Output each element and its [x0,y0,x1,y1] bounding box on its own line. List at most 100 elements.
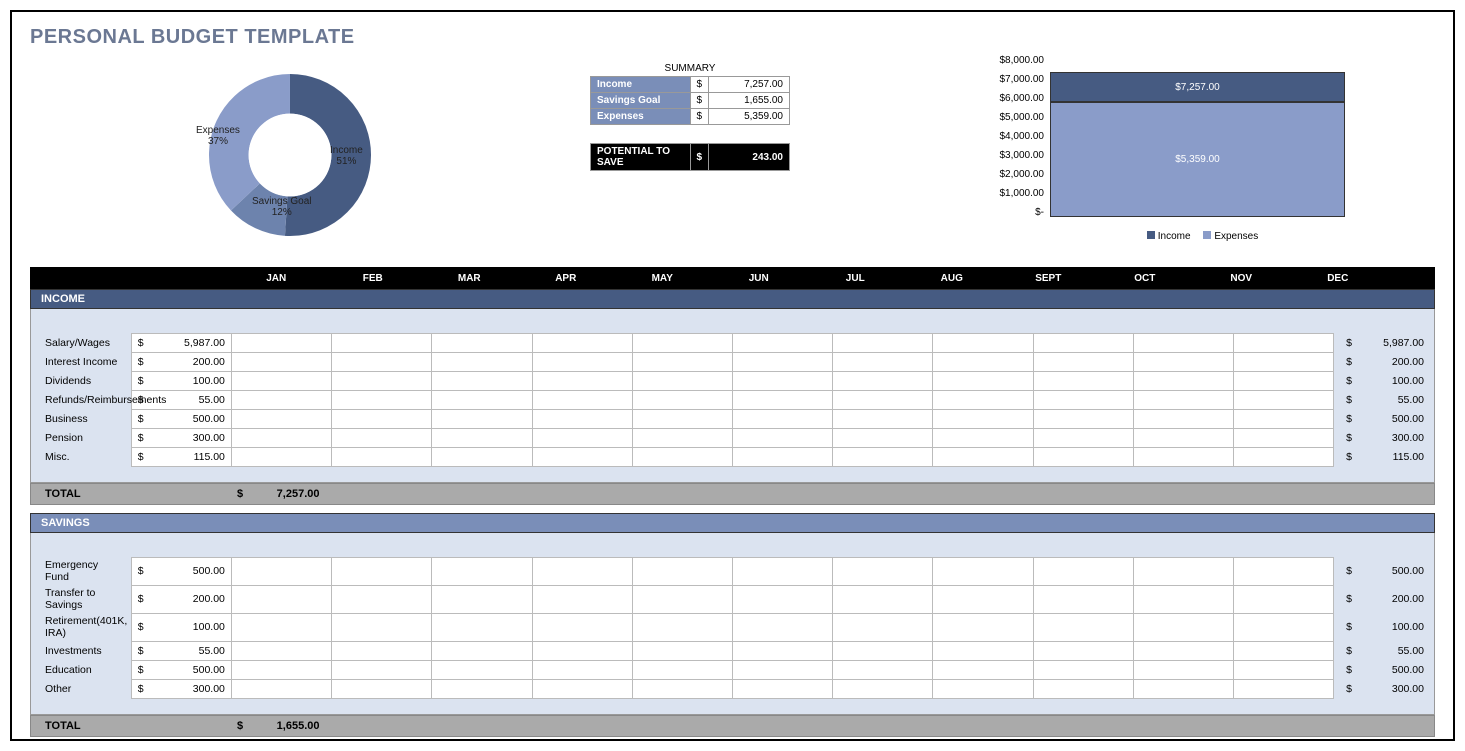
cell-jan[interactable]: $200.00 [131,585,231,613]
cell-empty[interactable] [432,390,532,409]
cell-empty[interactable] [1233,679,1333,698]
cell-jan[interactable]: $115.00 [131,447,231,466]
cell-empty[interactable] [532,557,632,585]
cell-jan[interactable]: $55.00 [131,641,231,660]
cell-empty[interactable] [332,409,432,428]
cell-empty[interactable] [833,409,933,428]
cell-empty[interactable] [1233,390,1333,409]
cell-empty[interactable] [1133,585,1233,613]
cell-empty[interactable] [632,660,732,679]
cell-empty[interactable] [632,390,732,409]
cell-empty[interactable] [1033,660,1133,679]
cell-empty[interactable] [1233,660,1333,679]
cell-empty[interactable] [1033,641,1133,660]
cell-empty[interactable] [532,428,632,447]
cell-empty[interactable] [332,333,432,352]
cell-empty[interactable] [732,557,832,585]
cell-empty[interactable] [933,390,1033,409]
cell-empty[interactable] [432,641,532,660]
cell-empty[interactable] [632,352,732,371]
cell-empty[interactable] [532,390,632,409]
cell-empty[interactable] [1033,390,1133,409]
cell-empty[interactable] [933,613,1033,641]
cell-empty[interactable] [231,428,331,447]
cell-empty[interactable] [532,613,632,641]
cell-jan[interactable]: $200.00 [131,352,231,371]
cell-empty[interactable] [1133,557,1233,585]
cell-empty[interactable] [1133,613,1233,641]
cell-empty[interactable] [833,679,933,698]
cell-jan[interactable]: $500.00 [131,409,231,428]
cell-jan[interactable]: $100.00 [131,371,231,390]
cell-empty[interactable] [933,352,1033,371]
cell-empty[interactable] [231,679,331,698]
cell-empty[interactable] [332,557,432,585]
cell-empty[interactable] [532,585,632,613]
cell-empty[interactable] [532,679,632,698]
cell-empty[interactable] [1133,447,1233,466]
cell-empty[interactable] [833,352,933,371]
cell-empty[interactable] [632,371,732,390]
cell-empty[interactable] [532,641,632,660]
cell-empty[interactable] [432,428,532,447]
cell-empty[interactable] [732,447,832,466]
cell-empty[interactable] [231,390,331,409]
cell-empty[interactable] [833,371,933,390]
cell-empty[interactable] [833,660,933,679]
cell-empty[interactable] [231,613,331,641]
cell-jan[interactable]: $100.00 [131,613,231,641]
cell-jan[interactable]: $500.00 [131,557,231,585]
cell-empty[interactable] [1033,447,1133,466]
cell-empty[interactable] [332,352,432,371]
cell-empty[interactable] [1133,679,1233,698]
cell-empty[interactable] [1233,641,1333,660]
cell-empty[interactable] [532,352,632,371]
cell-empty[interactable] [432,333,532,352]
cell-empty[interactable] [1033,333,1133,352]
cell-empty[interactable] [532,660,632,679]
cell-empty[interactable] [1233,371,1333,390]
cell-empty[interactable] [632,679,732,698]
cell-empty[interactable] [1133,352,1233,371]
cell-empty[interactable] [833,613,933,641]
cell-empty[interactable] [833,641,933,660]
cell-empty[interactable] [933,333,1033,352]
cell-empty[interactable] [231,371,331,390]
cell-jan[interactable]: $300.00 [131,679,231,698]
cell-empty[interactable] [933,585,1033,613]
cell-empty[interactable] [231,660,331,679]
cell-empty[interactable] [833,447,933,466]
cell-empty[interactable] [632,409,732,428]
cell-empty[interactable] [732,352,832,371]
cell-empty[interactable] [432,660,532,679]
cell-empty[interactable] [332,585,432,613]
cell-empty[interactable] [231,333,331,352]
cell-empty[interactable] [432,371,532,390]
cell-empty[interactable] [632,613,732,641]
cell-empty[interactable] [432,409,532,428]
cell-empty[interactable] [833,428,933,447]
cell-empty[interactable] [1033,557,1133,585]
cell-jan[interactable]: $5,987.00 [131,333,231,352]
cell-empty[interactable] [432,585,532,613]
cell-empty[interactable] [432,557,532,585]
cell-empty[interactable] [231,352,331,371]
cell-empty[interactable] [1033,409,1133,428]
cell-empty[interactable] [732,390,832,409]
cell-empty[interactable] [1233,585,1333,613]
cell-empty[interactable] [1133,409,1233,428]
cell-empty[interactable] [231,447,331,466]
cell-empty[interactable] [231,641,331,660]
cell-empty[interactable] [632,447,732,466]
cell-empty[interactable] [432,679,532,698]
cell-empty[interactable] [432,447,532,466]
cell-empty[interactable] [1133,641,1233,660]
cell-empty[interactable] [1033,352,1133,371]
cell-empty[interactable] [532,409,632,428]
cell-jan[interactable]: $300.00 [131,428,231,447]
cell-empty[interactable] [1033,428,1133,447]
cell-empty[interactable] [933,428,1033,447]
cell-empty[interactable] [332,390,432,409]
cell-empty[interactable] [432,613,532,641]
cell-empty[interactable] [732,371,832,390]
